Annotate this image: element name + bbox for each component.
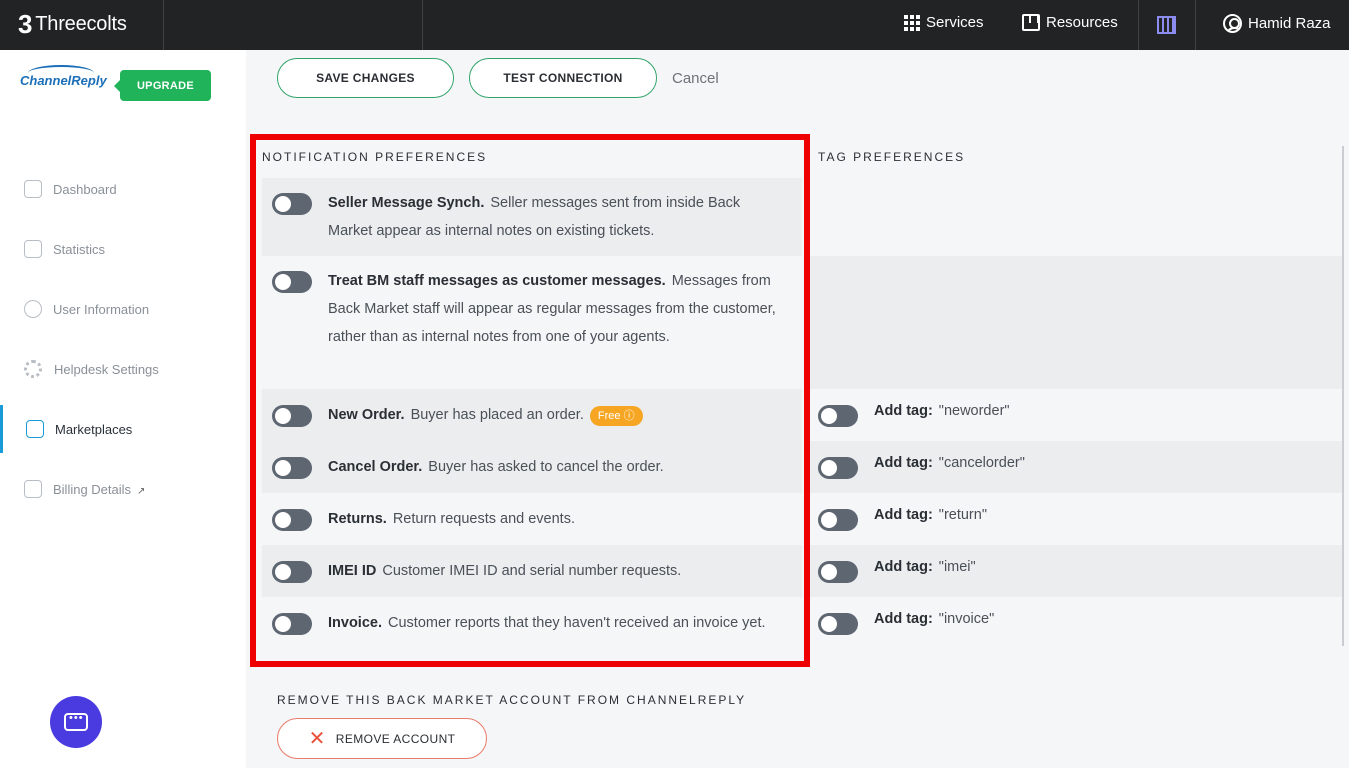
store-icon: [26, 420, 44, 438]
threecolts-mark-icon: 3: [18, 9, 33, 39]
tag-label: Add tag:: [874, 611, 933, 627]
tag-label: Add tag:: [874, 403, 933, 419]
sidebar-item-marketplaces[interactable]: Marketplaces: [0, 405, 246, 453]
sidebar-item-label: Marketplaces: [55, 421, 133, 437]
highlight-box: [250, 134, 810, 667]
brand-name: Threecolts: [35, 12, 127, 35]
divider: [1138, 0, 1139, 50]
clipboard-icon: [24, 240, 42, 258]
remove-account-button[interactable]: ✕ REMOVE ACCOUNT: [277, 718, 487, 759]
close-icon: ✕: [308, 727, 326, 750]
sidebar-item-label: Billing Details ↗: [53, 482, 145, 497]
user-name: Hamid Raza: [1248, 15, 1331, 32]
resources-menu[interactable]: Resources: [1022, 14, 1118, 31]
tag-label: Add tag:: [874, 507, 933, 523]
gear-icon: [24, 360, 42, 378]
tag-preferences-heading: TAG PREFERENCES: [818, 150, 966, 164]
tag-label: Add tag:: [874, 559, 933, 575]
tag-text: Add tag: "return": [874, 507, 987, 523]
external-link-icon: ↗: [137, 485, 146, 497]
scrollbar[interactable]: [1342, 146, 1344, 646]
tag-row-empty: [810, 256, 1342, 389]
return-tag-toggle[interactable]: [818, 509, 858, 531]
sidebar-item-label: Dashboard: [53, 181, 117, 197]
sidebar-item-statistics[interactable]: Statistics: [0, 225, 246, 273]
cancelorder-tag-toggle[interactable]: [818, 457, 858, 479]
tag-text: Add tag: "cancelorder": [874, 455, 1025, 471]
divider: [422, 0, 423, 50]
sidebar-item-label: Helpdesk Settings: [54, 361, 159, 377]
invoice-icon: [24, 480, 42, 498]
cancel-link[interactable]: Cancel: [672, 70, 719, 87]
services-label: Services: [926, 14, 984, 31]
billing-label: Billing Details: [53, 481, 132, 497]
sidebar-item-user-information[interactable]: User Information: [0, 285, 246, 333]
divider: [163, 0, 164, 50]
neworder-tag-toggle[interactable]: [818, 405, 858, 427]
chat-icon: [64, 712, 88, 731]
sidebar-item-label: Statistics: [53, 241, 106, 257]
user-menu[interactable]: Hamid Raza: [1223, 14, 1331, 33]
save-changes-button[interactable]: SAVE CHANGES: [277, 58, 454, 98]
test-connection-button[interactable]: TEST CONNECTION: [469, 58, 657, 98]
grid-icon: [904, 14, 920, 31]
tag-text: Add tag: "imei": [874, 559, 976, 575]
tag-row-invoice: Add tag: "invoice": [810, 597, 1342, 649]
tag-label: Add tag:: [874, 455, 933, 471]
upgrade-button[interactable]: UPGRADE: [114, 70, 211, 101]
threecolts-logo[interactable]: 3 Threecolts: [18, 10, 127, 38]
remove-account-label: REMOVE ACCOUNT: [335, 731, 456, 746]
tag-value: "neworder": [938, 403, 1010, 419]
sidebar-item-label: User Information: [53, 301, 150, 317]
invoice-tag-toggle[interactable]: [818, 613, 858, 635]
channelreply-logo[interactable]: ChannelReply: [20, 65, 107, 88]
tag-row-cancelorder: Add tag: "cancelorder": [810, 441, 1342, 493]
user-icon: [24, 300, 42, 318]
tag-row-neworder: Add tag: "neworder": [810, 389, 1342, 441]
tag-value: "cancelorder": [938, 455, 1025, 471]
sidebar-item-helpdesk-settings[interactable]: Helpdesk Settings: [0, 345, 246, 393]
sidebar-item-dashboard[interactable]: Dashboard: [0, 165, 246, 213]
tag-row-imei: Add tag: "imei": [810, 545, 1342, 597]
divider: [1195, 0, 1196, 50]
tag-row-return: Add tag: "return": [810, 493, 1342, 545]
sidebar-item-billing-details[interactable]: Billing Details ↗: [0, 465, 246, 513]
tag-value: "return": [938, 507, 987, 523]
services-menu[interactable]: Services: [904, 14, 984, 31]
remove-account-heading: REMOVE THIS BACK MARKET ACCOUNT FROM CHA…: [277, 693, 747, 707]
resources-label: Resources: [1046, 14, 1118, 31]
tag-text: Add tag: "invoice": [874, 611, 994, 627]
tag-value: "invoice": [938, 611, 995, 627]
home-icon: [24, 180, 42, 198]
tag-value: "imei": [938, 559, 976, 575]
imei-tag-toggle[interactable]: [818, 561, 858, 583]
book-icon: [1022, 14, 1040, 31]
tag-text: Add tag: "neworder": [874, 403, 1010, 419]
sidebar: ChannelReply UPGRADE Dashboard Statistic…: [0, 50, 246, 768]
building-icon[interactable]: [1157, 16, 1176, 34]
user-circle-icon: [1223, 14, 1242, 33]
chat-launcher-button[interactable]: [50, 696, 102, 748]
top-bar: 3 Threecolts Services Resources Hamid Ra…: [0, 0, 1349, 50]
